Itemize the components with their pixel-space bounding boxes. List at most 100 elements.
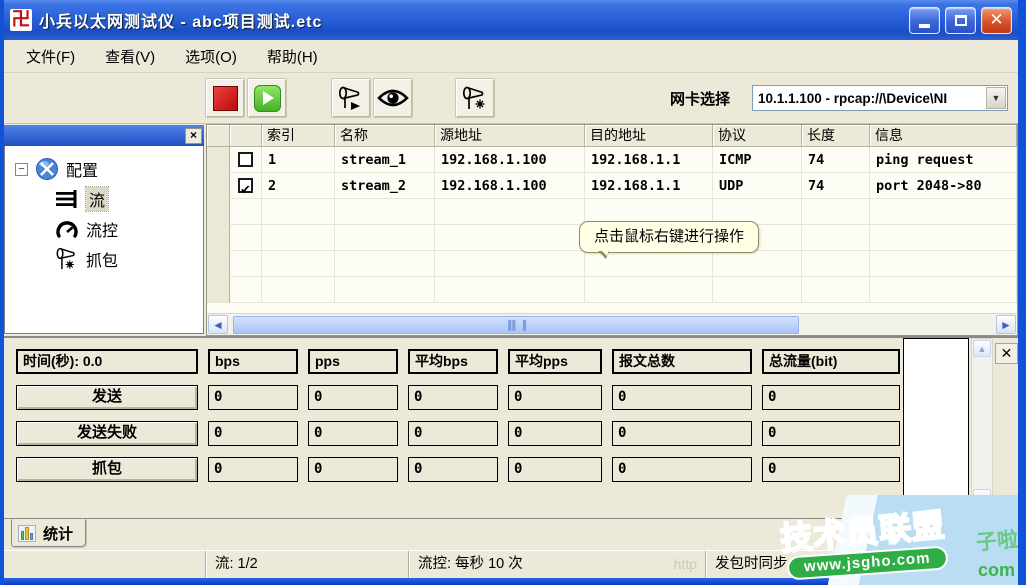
stats-header-time: 时间(秒): 0.0 xyxy=(16,349,198,374)
windsock-icon xyxy=(461,84,489,112)
stat-value: 0 xyxy=(762,421,900,446)
tree-collapse-icon[interactable]: − xyxy=(15,163,28,176)
dropdown-arrow-icon[interactable]: ▼ xyxy=(986,87,1006,109)
nic-dropdown[interactable]: 10.1.1.100 - rpcap://\Device\NI ▼ xyxy=(752,85,1008,111)
cell-name: stream_1 xyxy=(335,147,435,173)
stats-header-total-bits: 总流量(bit) xyxy=(762,349,900,374)
maximize-button[interactable] xyxy=(945,7,976,34)
col-length[interactable]: 长度 xyxy=(802,125,870,147)
cell-dest: 192.168.1.1 xyxy=(585,147,713,173)
send-fail-stats-button[interactable]: 发送失败 xyxy=(16,421,198,446)
stat-value: 0 xyxy=(508,385,602,410)
cell-length: 74 xyxy=(802,173,870,199)
stream-enable-checkbox[interactable] xyxy=(238,178,253,193)
tree-panel-close-button[interactable]: × xyxy=(185,128,202,144)
cell-length: 74 xyxy=(802,147,870,173)
stream-enable-checkbox[interactable] xyxy=(238,152,253,167)
col-dest[interactable]: 目的地址 xyxy=(585,125,713,147)
minimize-icon xyxy=(919,24,930,28)
config-tree-panel: × − 配置 xyxy=(4,124,206,336)
stat-value: 0 xyxy=(762,385,900,410)
horizontal-scrollbar[interactable]: ◄ ▐▌▐ ► xyxy=(207,313,1017,335)
tree-item-capture[interactable]: 抓包 xyxy=(15,244,203,274)
stat-value: 0 xyxy=(762,457,900,482)
cell-index: 1 xyxy=(262,147,335,173)
col-name[interactable]: 名称 xyxy=(335,125,435,147)
capture-config-button[interactable] xyxy=(455,78,495,118)
menu-bar: 文件(F) 查看(V) 选项(O) 帮助(H) xyxy=(4,40,1018,73)
stats-log-listbox[interactable] xyxy=(903,338,969,508)
col-protocol[interactable]: 协议 xyxy=(713,125,802,147)
cell-index: 2 xyxy=(262,173,335,199)
scroll-up-icon[interactable]: ▲ xyxy=(973,340,991,357)
send-stats-button[interactable]: 发送 xyxy=(16,385,198,410)
stat-value: 0 xyxy=(508,457,602,482)
tab-statistics[interactable]: 统计 xyxy=(11,519,86,547)
tree-root-label: 配置 xyxy=(66,157,98,181)
status-flow-control: 流控: 每秒 10 次 http xyxy=(408,551,705,578)
config-tree: − 配置 流 xyxy=(4,146,204,334)
stream-table-area: 索引 名称 源地址 目的地址 协议 长度 信息 1 stream_1 192.1… xyxy=(206,124,1018,336)
streams-icon xyxy=(55,189,79,209)
tree-root-config[interactable]: − 配置 xyxy=(15,154,203,184)
stats-panel-close-button[interactable]: ✕ xyxy=(995,343,1018,364)
stop-icon xyxy=(213,86,238,111)
menu-file[interactable]: 文件(F) xyxy=(14,42,87,71)
capture-stats-button[interactable]: 抓包 xyxy=(16,457,198,482)
stream-table: 索引 名称 源地址 目的地址 协议 长度 信息 1 stream_1 192.1… xyxy=(207,125,1017,303)
start-button[interactable] xyxy=(247,78,287,118)
stats-header-total-packets: 报文总数 xyxy=(612,349,752,374)
title-bar: 卍 小兵以太网测试仪 - abc项目测试.etc ✕ xyxy=(4,0,1018,40)
scroll-down-icon[interactable]: ▼ xyxy=(973,489,991,506)
app-window: 卍 小兵以太网测试仪 - abc项目测试.etc ✕ 文件(F) 查看(V) 选… xyxy=(0,0,1026,585)
col-index[interactable]: 索引 xyxy=(262,125,335,147)
menu-options[interactable]: 选项(O) xyxy=(173,42,249,71)
capture-start-button[interactable] xyxy=(331,78,371,118)
config-globe-icon xyxy=(35,157,59,181)
cell-protocol: UDP xyxy=(713,173,802,199)
status-section-empty xyxy=(4,551,205,578)
stats-header-bps: bps xyxy=(208,349,298,374)
stat-value: 0 xyxy=(208,457,298,482)
minimize-button[interactable] xyxy=(909,7,940,34)
stat-value: 0 xyxy=(408,385,498,410)
app-logo-icon: 卍 xyxy=(10,9,32,31)
row-selector xyxy=(207,173,230,199)
tree-item-flow-control-label: 流控 xyxy=(86,217,118,241)
cell-name: stream_2 xyxy=(335,173,435,199)
stats-header-pps: pps xyxy=(308,349,398,374)
stat-value: 0 xyxy=(308,421,398,446)
menu-view[interactable]: 查看(V) xyxy=(93,42,167,71)
close-icon: ✕ xyxy=(989,10,1003,30)
status-bar: 流: 1/2 流控: 每秒 10 次 http 发包时同步 xyxy=(4,550,1018,578)
toolbar: 网卡选择 10.1.1.100 - rpcap://\Device\NI ▼ xyxy=(4,73,1018,124)
scroll-right-icon[interactable]: ► xyxy=(996,315,1016,334)
stat-value: 0 xyxy=(208,385,298,410)
checkbox-cell xyxy=(230,173,262,199)
stat-value: 0 xyxy=(612,421,752,446)
tree-item-capture-label: 抓包 xyxy=(86,247,118,271)
cell-protocol: ICMP xyxy=(713,147,802,173)
close-button[interactable]: ✕ xyxy=(981,7,1012,34)
statistics-panel: 时间(秒): 0.0 bps pps 平均bps 平均pps 报文总数 总流量(… xyxy=(4,336,1018,518)
menu-help[interactable]: 帮助(H) xyxy=(255,42,330,71)
col-source[interactable]: 源地址 xyxy=(435,125,585,147)
tree-item-streams[interactable]: 流 xyxy=(15,184,203,214)
stop-button[interactable] xyxy=(205,78,245,118)
stat-value: 0 xyxy=(408,421,498,446)
scrollbar-thumb[interactable]: ▐▌▐ xyxy=(233,316,799,334)
bottom-tab-bar: 统计 xyxy=(4,518,1018,550)
tab-statistics-label: 统计 xyxy=(43,523,73,544)
faint-watermark-text: http xyxy=(674,551,697,578)
scroll-left-icon[interactable]: ◄ xyxy=(208,315,228,334)
window-bottom-border xyxy=(4,578,1018,585)
view-button[interactable] xyxy=(373,78,413,118)
cell-dest: 192.168.1.1 xyxy=(585,173,713,199)
nic-dropdown-value: 10.1.1.100 - rpcap://\Device\NI xyxy=(753,91,985,106)
tree-item-flow-control[interactable]: 流控 xyxy=(15,214,203,244)
vertical-scrollbar[interactable]: ▲ ▼ xyxy=(971,338,993,508)
col-info[interactable]: 信息 xyxy=(870,125,1017,147)
cell-source: 192.168.1.100 xyxy=(435,173,585,199)
row-selector xyxy=(207,147,230,173)
gauge-icon xyxy=(55,219,79,240)
